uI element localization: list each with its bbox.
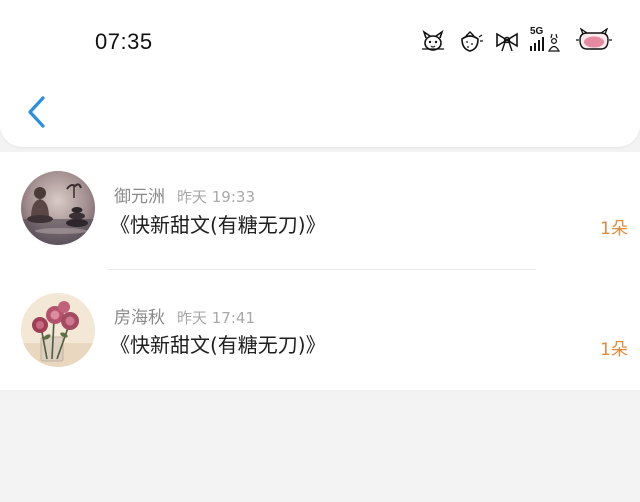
timestamp: 昨天 17:41 — [177, 309, 255, 327]
list-item[interactable]: 房海秋 昨天 17:41 《快新甜文(有糖无刀)》 1朵 — [0, 272, 640, 390]
flower-list: 御元洲 昨天 19:33 《快新甜文(有糖无刀)》 1朵 房海秋 昨天 17:4… — [0, 152, 640, 390]
chevron-left-icon — [28, 96, 45, 128]
signal-5g-icon: 5G — [530, 26, 564, 54]
post-title[interactable]: 《快新甜文(有糖无刀)》 — [110, 329, 326, 358]
battery-pig-icon — [574, 28, 614, 54]
flower-count: 1朵 — [600, 219, 628, 239]
avatar[interactable] — [21, 171, 95, 245]
avatar[interactable] — [21, 293, 95, 367]
divider — [108, 269, 536, 270]
timestamp: 昨天 19:33 — [177, 188, 255, 206]
page: 07:35 5G 御元洲 昨天 19:33 《快新甜文(有糖无刀)》 1朵 房海… — [0, 0, 640, 502]
item-meta: 御元洲 昨天 19:33 — [114, 182, 255, 207]
user-name[interactable]: 房海秋 — [114, 303, 165, 328]
status-time: 07:35 — [95, 29, 153, 54]
user-name[interactable]: 御元洲 — [114, 182, 165, 207]
status-icons: 5G — [420, 26, 614, 56]
flower-count: 1朵 — [600, 340, 628, 360]
back-button[interactable] — [20, 94, 52, 130]
item-meta: 房海秋 昨天 17:41 — [114, 303, 255, 328]
sticker-strawberry-icon — [456, 29, 484, 53]
header: 07:35 5G — [0, 0, 640, 147]
list-item[interactable]: 御元洲 昨天 19:33 《快新甜文(有糖无刀)》 1朵 — [0, 152, 640, 270]
sticker-bow-icon — [494, 29, 520, 53]
post-title[interactable]: 《快新甜文(有糖无刀)》 — [110, 209, 326, 238]
sticker-cat-icon — [420, 29, 446, 53]
network-label: 5G — [530, 26, 544, 37]
